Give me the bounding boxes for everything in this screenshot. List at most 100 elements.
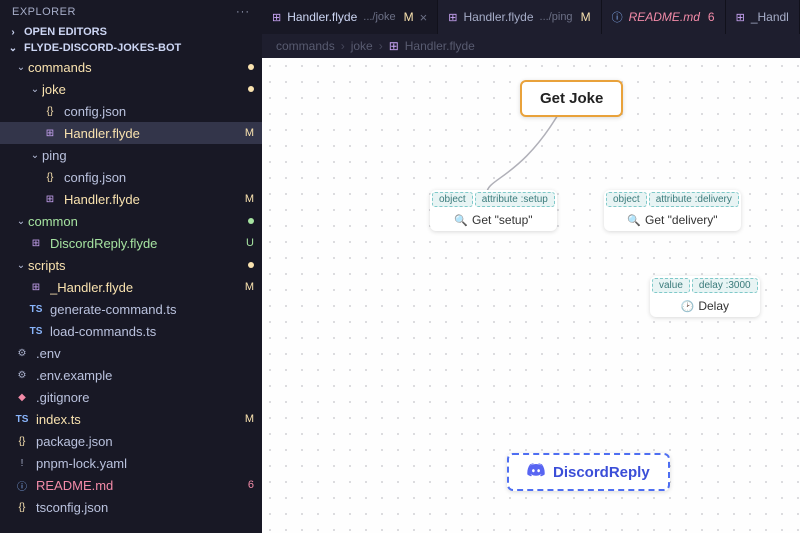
file-label: pnpm-lock.yaml bbox=[36, 456, 254, 471]
breadcrumb-seg[interactable]: commands bbox=[276, 39, 335, 53]
flyde-icon: ⊞ bbox=[389, 39, 399, 53]
pin-attribute[interactable]: attribute :setup bbox=[475, 192, 555, 207]
file-label: .env.example bbox=[36, 368, 254, 383]
readme-icon: ⓘ bbox=[14, 477, 30, 493]
node-body: Get "delivery" bbox=[645, 213, 718, 227]
file-row[interactable]: ⚙ .env.example bbox=[0, 364, 262, 386]
file-label: Handler.flyde bbox=[64, 192, 241, 207]
file-label: package.json bbox=[36, 434, 254, 449]
json-icon: {} bbox=[42, 103, 58, 119]
tab-name: Handler.flyde bbox=[287, 10, 357, 24]
file-row[interactable]: TSindex.tsM bbox=[0, 408, 262, 430]
search-icon: 🔍 bbox=[454, 214, 468, 227]
json-icon: {} bbox=[14, 499, 30, 515]
tab-bar: ⊞ Handler.flyde .../joke M × ⊞Handler.flyde..… bbox=[262, 0, 800, 34]
folder-label: scripts bbox=[28, 258, 244, 273]
breadcrumb-seg[interactable]: joke bbox=[351, 39, 373, 53]
breadcrumb-seg[interactable]: Handler.flyde bbox=[405, 39, 475, 53]
open-editors-label: OPEN EDITORS bbox=[24, 26, 107, 38]
file-tree: ⌄commands⌄joke{}config.json⊞Handler.flyd… bbox=[0, 56, 262, 533]
file-row[interactable]: {}package.json bbox=[0, 430, 262, 452]
file-label: generate-command.ts bbox=[50, 302, 254, 317]
chevron-down-icon: ⌄ bbox=[6, 43, 20, 54]
ts-icon: TS bbox=[28, 323, 44, 339]
folder-row[interactable]: ⌄scripts bbox=[0, 254, 262, 276]
chevron-down-icon: ⌄ bbox=[14, 62, 28, 73]
flow-canvas[interactable]: Get Joke object attribute :setup 🔍 Get "… bbox=[262, 58, 800, 533]
pin-value[interactable]: value bbox=[652, 278, 690, 293]
file-row[interactable]: ⊞DiscordReply.flydeU bbox=[0, 232, 262, 254]
folder-row[interactable]: ⌄common bbox=[0, 210, 262, 232]
editor-tab[interactable]: ⓘREADME.md6 bbox=[602, 0, 726, 34]
file-label: README.md bbox=[36, 478, 244, 493]
flyde-icon: ⊞ bbox=[42, 125, 58, 141]
project-name: FLYDE-DISCORD-JOKES-BOT bbox=[24, 42, 181, 54]
node-get-delivery[interactable]: object attribute :delivery 🔍 Get "delive… bbox=[604, 190, 741, 231]
file-label: DiscordReply.flyde bbox=[50, 236, 242, 251]
env-icon: ⚙ bbox=[14, 345, 30, 361]
pin-object[interactable]: object bbox=[432, 192, 473, 207]
file-label: _Handler.flyde bbox=[50, 280, 241, 295]
file-row[interactable]: ⊞_Handler.flydeM bbox=[0, 276, 262, 298]
folder-label: commands bbox=[28, 60, 244, 75]
folder-row[interactable]: ⌄commands bbox=[0, 56, 262, 78]
file-row[interactable]: ◆.gitignore bbox=[0, 386, 262, 408]
chevron-right-icon: › bbox=[379, 39, 383, 53]
node-label: DiscordReply bbox=[553, 464, 650, 481]
chevron-down-icon: ⌄ bbox=[14, 216, 28, 227]
folder-row[interactable]: ⌄joke bbox=[0, 78, 262, 100]
node-get-joke[interactable]: Get Joke bbox=[520, 80, 623, 117]
node-discord-reply[interactable]: DiscordReply bbox=[507, 453, 670, 491]
node-label: Get Joke bbox=[540, 90, 603, 107]
file-row[interactable]: {} config.json bbox=[0, 100, 262, 122]
tab-status: M bbox=[404, 10, 414, 24]
folder-row[interactable]: ⌄ping bbox=[0, 144, 262, 166]
flyde-icon: ⊞ bbox=[272, 11, 281, 24]
file-label: config.json bbox=[64, 104, 254, 119]
pin-attribute[interactable]: attribute :delivery bbox=[649, 192, 739, 207]
file-row[interactable]: ⚙ .env bbox=[0, 342, 262, 364]
editor-tab[interactable]: ⊞Handler.flyde.../pingM bbox=[438, 0, 601, 34]
chevron-down-icon: ⌄ bbox=[28, 150, 42, 161]
node-delay[interactable]: value delay :3000 🕑 Delay bbox=[650, 276, 760, 317]
readme-icon: ⓘ bbox=[612, 9, 623, 25]
folder-label: ping bbox=[42, 148, 254, 163]
status-badge: M bbox=[245, 127, 254, 139]
discord-icon bbox=[527, 463, 545, 481]
project-section[interactable]: ⌄ FLYDE-DISCORD-JOKES-BOT bbox=[0, 40, 262, 56]
pin-delay[interactable]: delay :3000 bbox=[692, 278, 758, 293]
status-dot bbox=[248, 218, 254, 224]
breadcrumb[interactable]: commands › joke › ⊞ Handler.flyde bbox=[262, 34, 800, 58]
file-row[interactable]: ⓘREADME.md6 bbox=[0, 474, 262, 496]
pin-object[interactable]: object bbox=[606, 192, 647, 207]
file-label: config.json bbox=[64, 170, 254, 185]
tab-status: 6 bbox=[708, 10, 715, 24]
tab-path: .../joke bbox=[363, 11, 395, 23]
file-row[interactable]: !pnpm-lock.yaml bbox=[0, 452, 262, 474]
tab-name: _Handl bbox=[751, 10, 789, 24]
search-icon: 🔍 bbox=[627, 214, 641, 227]
status-dot bbox=[248, 262, 254, 268]
editor-tab[interactable]: ⊞ Handler.flyde .../joke M × bbox=[262, 0, 438, 34]
editor-tab[interactable]: ⊞_Handl bbox=[726, 0, 800, 34]
folder-label: common bbox=[28, 214, 244, 229]
file-row[interactable]: ⊞Handler.flydeM bbox=[0, 122, 262, 144]
flyde-icon: ⊞ bbox=[28, 279, 44, 295]
flyde-icon: ⊞ bbox=[448, 11, 457, 24]
file-row[interactable]: TSload-commands.ts bbox=[0, 320, 262, 342]
json-icon: {} bbox=[42, 169, 58, 185]
close-icon[interactable]: × bbox=[420, 10, 428, 25]
node-get-setup[interactable]: object attribute :setup 🔍 Get "setup" bbox=[430, 190, 557, 231]
file-row[interactable]: ⊞Handler.flydeM bbox=[0, 188, 262, 210]
file-row[interactable]: TSgenerate-command.ts bbox=[0, 298, 262, 320]
env-icon: ⚙ bbox=[14, 367, 30, 383]
explorer-more-icon[interactable]: ··· bbox=[236, 6, 250, 18]
file-row[interactable]: {} config.json bbox=[0, 166, 262, 188]
chevron-right-icon: › bbox=[6, 27, 20, 38]
folder-label: joke bbox=[42, 82, 244, 97]
open-editors-section[interactable]: › OPEN EDITORS bbox=[0, 24, 262, 40]
node-body: Get "setup" bbox=[472, 213, 533, 227]
status-badge: U bbox=[246, 237, 254, 249]
file-label: .env bbox=[36, 346, 254, 361]
file-row[interactable]: {}tsconfig.json bbox=[0, 496, 262, 518]
